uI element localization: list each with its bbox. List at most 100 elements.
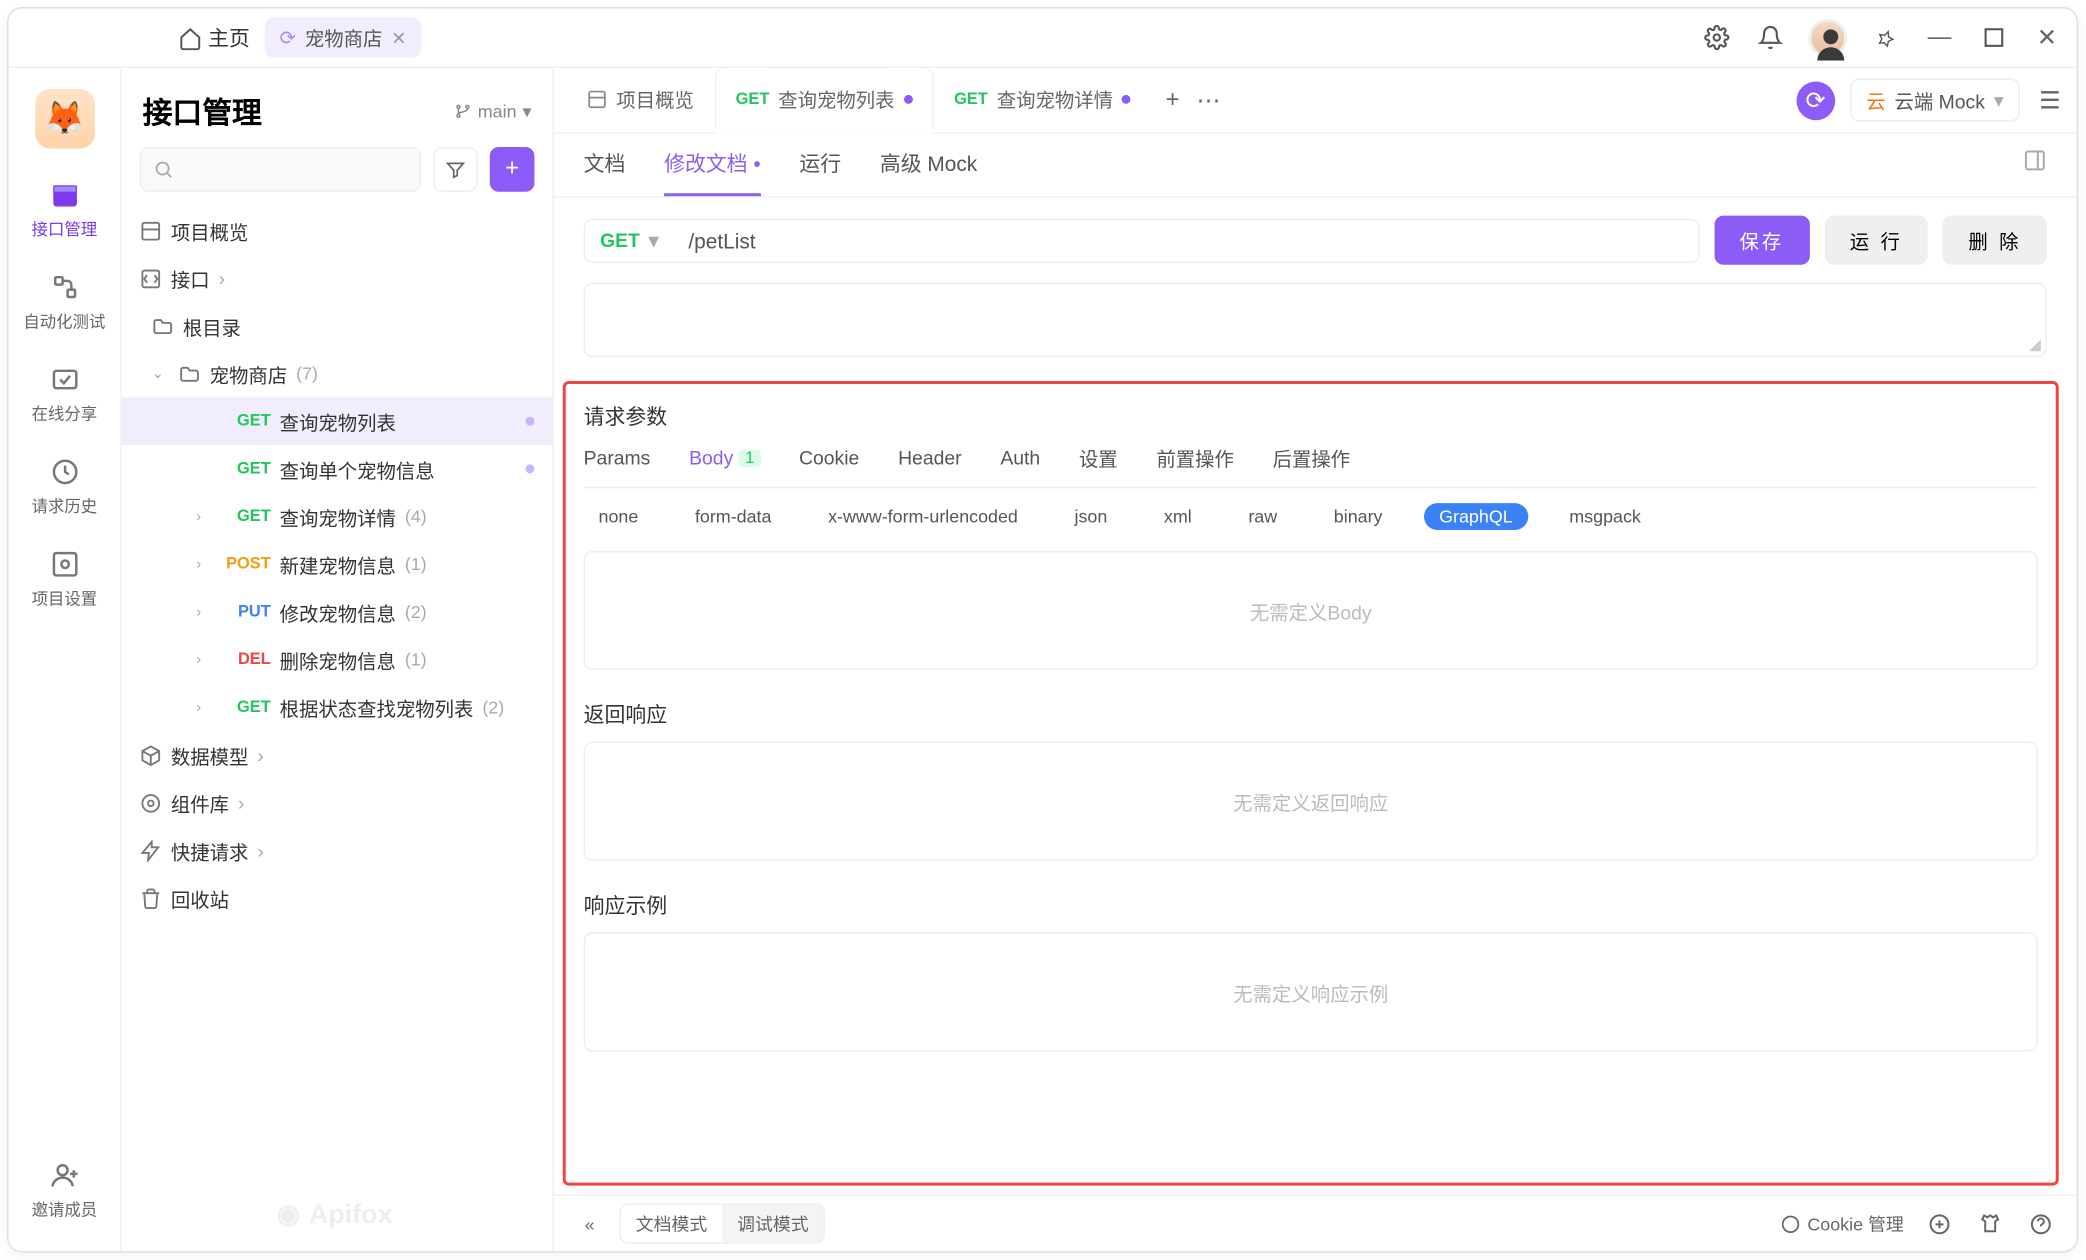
param-tab[interactable]: Header bbox=[898, 444, 962, 472]
tree-endpoint[interactable]: ›POST新建宠物信息(1) bbox=[122, 540, 553, 588]
body-type-option[interactable]: binary bbox=[1319, 503, 1398, 530]
tab-label: 查询宠物详情 bbox=[997, 84, 1113, 112]
method-badge: POST bbox=[223, 555, 271, 573]
body-type-option[interactable]: x-www-form-urlencoded bbox=[813, 503, 1033, 530]
endpoint-name: 删除宠物信息 bbox=[280, 645, 396, 673]
section-example: 响应示例 bbox=[584, 891, 2038, 921]
editor-tab[interactable]: 项目概览 bbox=[566, 67, 715, 133]
url-input[interactable]: /petList bbox=[673, 218, 1699, 263]
rail-automation[interactable]: 自动化测试 bbox=[23, 271, 105, 334]
editor-tabs: 项目概览 GET 查询宠物列表 GET 查询宠物详情 + ⋯ ⟳ 云 云端 Mock ▾… bbox=[554, 68, 2077, 134]
param-tab[interactable]: Body1 bbox=[689, 444, 760, 472]
body-type-option[interactable]: raw bbox=[1233, 503, 1292, 530]
search-input[interactable] bbox=[140, 147, 422, 192]
chevron-down-icon: ▾ bbox=[522, 100, 531, 121]
body-types: none form-data x-www-form-urlencoded jsonxm… bbox=[584, 503, 2038, 530]
subtab[interactable]: 高级 Mock bbox=[880, 149, 977, 197]
tree-overview[interactable]: 项目概览 bbox=[122, 207, 553, 255]
tree-api-group[interactable]: 接口 › bbox=[122, 254, 553, 302]
body-type-option[interactable]: json bbox=[1060, 503, 1123, 530]
tree-recycle[interactable]: 回收站 bbox=[122, 874, 553, 922]
close-icon[interactable]: ✕ bbox=[391, 27, 406, 48]
sync-button[interactable]: ⟳ bbox=[1796, 81, 1835, 120]
cookie-link[interactable]: Cookie 管理 bbox=[1781, 1211, 1904, 1236]
rail-invite[interactable]: 邀请成员 bbox=[32, 1159, 98, 1222]
shirt-icon[interactable] bbox=[1975, 1209, 2005, 1239]
rail-settings[interactable]: 项目设置 bbox=[32, 548, 98, 611]
top-tab-project[interactable]: ⟳ 宠物商店 ✕ bbox=[265, 17, 421, 57]
add-circle-icon[interactable] bbox=[1925, 1209, 1955, 1239]
filter-button[interactable] bbox=[433, 147, 478, 192]
minimize-icon[interactable]: — bbox=[1925, 23, 1955, 53]
maximize-icon[interactable] bbox=[1978, 23, 2008, 53]
method-badge: GET bbox=[736, 90, 770, 108]
search-icon bbox=[153, 159, 174, 180]
mode-segment[interactable]: 文档模式 调试模式 bbox=[619, 1203, 825, 1243]
tree-folder-petstore[interactable]: ⌄ 宠物商店 (7) bbox=[122, 350, 553, 398]
body-type-option[interactable]: none bbox=[584, 503, 654, 530]
mock-selector[interactable]: 云 云端 Mock ▾ bbox=[1850, 79, 2020, 122]
description-textarea[interactable] bbox=[584, 283, 2047, 358]
tree-endpoint[interactable]: ›GET查询宠物详情(4) bbox=[122, 493, 553, 541]
watermark: ◉Apifox bbox=[277, 1199, 393, 1230]
bell-icon[interactable] bbox=[1755, 23, 1785, 53]
window-close-icon[interactable]: ✕ bbox=[2032, 23, 2062, 53]
tree-data-model[interactable]: 数据模型 › bbox=[122, 731, 553, 779]
subtab[interactable]: 修改文档 • bbox=[664, 149, 761, 197]
rail-history[interactable]: 请求历史 bbox=[32, 455, 98, 518]
collapse-icon[interactable]: « bbox=[575, 1209, 605, 1239]
add-tab-button[interactable]: + bbox=[1158, 85, 1188, 115]
sync-icon: ⟳ bbox=[1806, 85, 1826, 115]
param-tab[interactable]: 设置 bbox=[1079, 444, 1118, 472]
method-selector[interactable]: GET ▾ bbox=[584, 218, 674, 263]
param-tab[interactable]: 前置操作 bbox=[1156, 444, 1234, 472]
branch-selector[interactable]: main ▾ bbox=[454, 100, 532, 121]
editor-tab[interactable]: GET 查询宠物详情 bbox=[933, 67, 1151, 133]
param-tab[interactable]: 后置操作 bbox=[1273, 444, 1351, 472]
settings-icon[interactable] bbox=[1701, 23, 1731, 53]
mode-doc[interactable]: 文档模式 bbox=[621, 1205, 722, 1242]
endpoint-name: 根据状态查找宠物列表 bbox=[280, 693, 474, 721]
add-button[interactable]: + bbox=[490, 147, 535, 192]
subtab[interactable]: 文档 bbox=[584, 149, 626, 197]
more-tabs-button[interactable]: ⋯ bbox=[1193, 85, 1223, 115]
sidebar: 接口管理 main ▾ + 项目概览 bbox=[122, 68, 554, 1251]
app-window: 主页 ⟳ 宠物商店 ✕ — ✕ 🦊 接口管理 bbox=[7, 7, 2078, 1253]
param-tab[interactable]: Auth bbox=[1000, 444, 1040, 472]
app-logo[interactable]: 🦊 bbox=[35, 89, 95, 149]
body-type-option[interactable]: form-data bbox=[680, 503, 786, 530]
avatar[interactable] bbox=[1808, 18, 1847, 57]
help-icon[interactable] bbox=[2026, 1209, 2056, 1239]
delete-button[interactable]: 删 除 bbox=[1943, 216, 2047, 265]
editor-tab[interactable]: GET 查询宠物列表 bbox=[715, 67, 933, 133]
panel-toggle-icon[interactable] bbox=[2023, 149, 2047, 197]
tree-endpoint[interactable]: ›PUT修改宠物信息(2) bbox=[122, 588, 553, 636]
tree-endpoint[interactable]: GET查询宠物列表 bbox=[122, 397, 553, 445]
chevron-right-icon: › bbox=[257, 744, 263, 766]
tab-label: 查询宠物列表 bbox=[778, 84, 894, 112]
tree-component[interactable]: 组件库 › bbox=[122, 779, 553, 827]
tree-endpoint[interactable]: ›DEL删除宠物信息(1) bbox=[122, 636, 553, 684]
subtab[interactable]: 运行 bbox=[799, 149, 841, 197]
param-tab[interactable]: Params bbox=[584, 444, 651, 472]
body-type-option[interactable]: GraphQL bbox=[1424, 503, 1527, 530]
tree-endpoint[interactable]: ›GET根据状态查找宠物列表(2) bbox=[122, 683, 553, 731]
pin-icon[interactable] bbox=[1871, 23, 1901, 53]
left-rail: 🦊 接口管理 自动化测试 在线分享 请求历史 项目设置 bbox=[8, 68, 121, 1251]
run-button[interactable]: 运 行 bbox=[1824, 216, 1928, 265]
param-tab[interactable]: Cookie bbox=[799, 444, 859, 472]
tree-quick-request[interactable]: 快捷请求 › bbox=[122, 827, 553, 875]
body-type-option[interactable]: xml bbox=[1149, 503, 1207, 530]
body-type-option[interactable]: msgpack bbox=[1554, 503, 1655, 530]
folder-icon bbox=[152, 315, 174, 337]
tree-endpoint[interactable]: GET查询单个宠物信息 bbox=[122, 445, 553, 493]
rail-share[interactable]: 在线分享 bbox=[32, 363, 98, 426]
mode-debug[interactable]: 调试模式 bbox=[722, 1205, 823, 1242]
rail-api[interactable]: 接口管理 bbox=[32, 178, 98, 241]
home-link[interactable]: 主页 bbox=[178, 23, 250, 53]
tree-root-folder[interactable]: 根目录 bbox=[122, 302, 553, 350]
save-button[interactable]: 保存 bbox=[1714, 216, 1809, 265]
method-badge: GET bbox=[954, 90, 988, 108]
chevron-right-icon: › bbox=[196, 508, 214, 524]
menu-icon[interactable]: ☰ bbox=[2035, 85, 2065, 115]
